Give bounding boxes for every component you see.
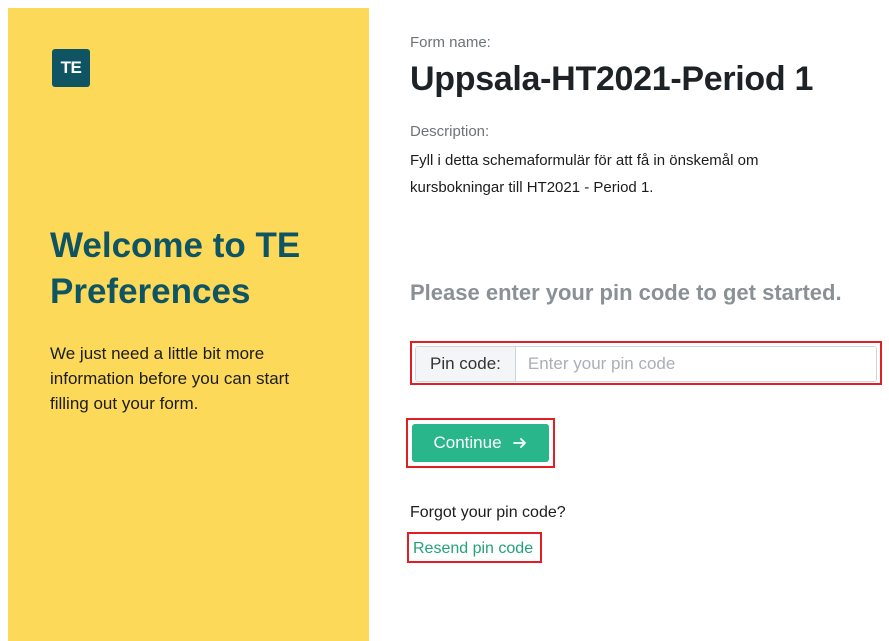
continue-button-frame: Continue <box>406 418 555 468</box>
continue-button[interactable]: Continue <box>412 424 549 462</box>
arrow-right-icon <box>512 438 526 448</box>
pin-code-label: Pin code: <box>416 347 516 381</box>
resend-link-frame: Resend pin code <box>407 532 542 563</box>
description-text: Fyll i detta schemaformulär för att få i… <box>410 152 759 196</box>
pin-input-group: Pin code: <box>410 341 882 385</box>
pin-field-wrapper: Pin code: <box>415 346 877 382</box>
welcome-message: We just need a little bit more informati… <box>50 344 290 413</box>
continue-label: Continue <box>433 433 502 452</box>
pin-code-input[interactable] <box>515 347 876 381</box>
pin-prompt: Please enter your pin code to get starte… <box>410 280 842 305</box>
welcome-panel: TE Welcome to TE Preferences We just nee… <box>8 8 369 641</box>
description-label: Description: <box>410 123 490 140</box>
form-name: Uppsala-HT2021-Period 1 <box>410 60 814 98</box>
welcome-title: Welcome to TE Preferences <box>50 226 301 311</box>
resend-pin-link[interactable]: Resend pin code <box>413 538 536 560</box>
form-name-label: Form name: <box>410 34 491 51</box>
forgot-pin-text: Forgot your pin code? <box>410 504 566 521</box>
te-logo: TE <box>52 49 90 87</box>
